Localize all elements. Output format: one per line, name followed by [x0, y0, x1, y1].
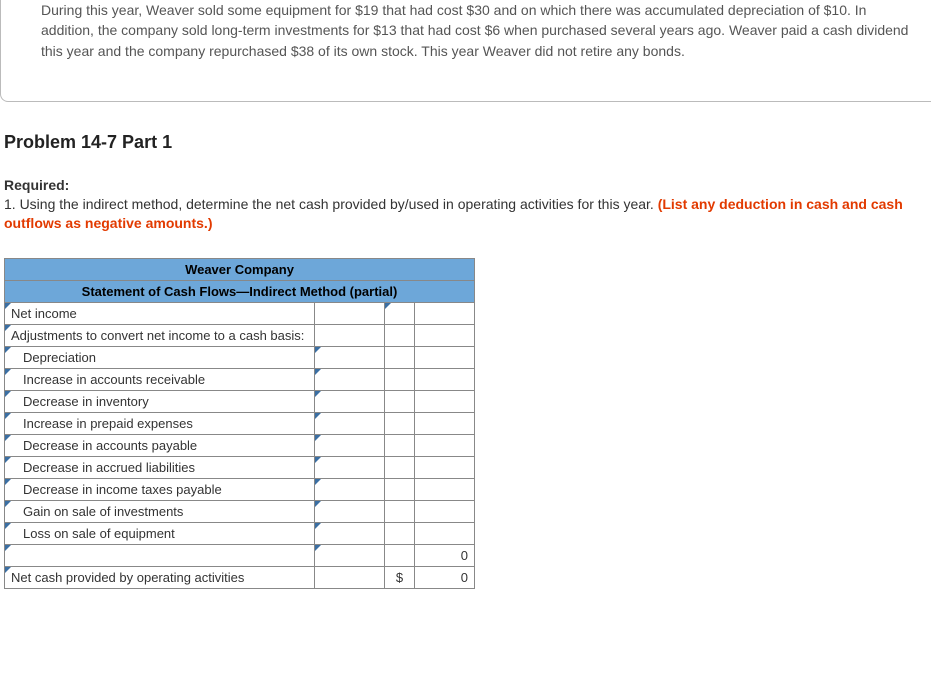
amount-cell[interactable] — [415, 303, 475, 325]
table-row: Depreciation — [5, 347, 475, 369]
input-cell[interactable] — [315, 457, 385, 479]
currency-cell[interactable] — [385, 303, 415, 325]
currency-cell[interactable] — [385, 369, 415, 391]
table-row: Loss on sale of equipment — [5, 523, 475, 545]
input-cell[interactable] — [315, 435, 385, 457]
row-label-net-income[interactable]: Net income — [5, 303, 315, 325]
currency-cell[interactable] — [385, 479, 415, 501]
amount-cell[interactable] — [415, 501, 475, 523]
input-cell[interactable] — [315, 523, 385, 545]
input-cell[interactable] — [315, 369, 385, 391]
currency-cell[interactable] — [385, 457, 415, 479]
table-title-company: Weaver Company — [5, 259, 475, 281]
row-label-depreciation[interactable]: Depreciation — [5, 347, 315, 369]
currency-cell[interactable] — [385, 347, 415, 369]
table-row: Decrease in income taxes payable — [5, 479, 475, 501]
required-text: 1. Using the indirect method, determine … — [4, 195, 927, 234]
problem-heading: Problem 14-7 Part 1 — [4, 132, 927, 153]
input-cell[interactable] — [315, 303, 385, 325]
currency-cell[interactable] — [385, 435, 415, 457]
cash-flows-table: Weaver Company Statement of Cash Flows—I… — [4, 258, 475, 589]
row-label-dec-ap[interactable]: Decrease in accounts payable — [5, 435, 315, 457]
amount-cell[interactable] — [415, 369, 475, 391]
amount-cell[interactable] — [415, 325, 475, 347]
input-cell[interactable] — [315, 325, 385, 347]
input-cell[interactable] — [315, 391, 385, 413]
row-label-dec-tax[interactable]: Decrease in income taxes payable — [5, 479, 315, 501]
amount-cell[interactable] — [415, 347, 475, 369]
row-label-dec-accrued[interactable]: Decrease in accrued liabilities — [5, 457, 315, 479]
table-row: Decrease in inventory — [5, 391, 475, 413]
currency-cell[interactable] — [385, 545, 415, 567]
amount-cell[interactable] — [415, 413, 475, 435]
required-label: Required: — [4, 177, 927, 193]
table-row: Increase in accounts receivable — [5, 369, 475, 391]
row-label-gain-inv[interactable]: Gain on sale of investments — [5, 501, 315, 523]
amount-cell[interactable] — [415, 523, 475, 545]
table-row: 0 — [5, 545, 475, 567]
input-cell[interactable] — [315, 479, 385, 501]
input-cell[interactable] — [315, 347, 385, 369]
currency-symbol: $ — [385, 567, 415, 589]
table-row: Gain on sale of investments — [5, 501, 475, 523]
intro-paragraph: During this year, Weaver sold some equip… — [0, 0, 931, 102]
table-row: Net cash provided by operating activitie… — [5, 567, 475, 589]
subtotal-amount[interactable]: 0 — [415, 545, 475, 567]
input-cell[interactable] — [315, 413, 385, 435]
amount-cell[interactable] — [415, 479, 475, 501]
row-label-blank[interactable] — [5, 545, 315, 567]
total-amount[interactable]: 0 — [415, 567, 475, 589]
row-label-net-cash[interactable]: Net cash provided by operating activitie… — [5, 567, 315, 589]
table-row: Adjustments to convert net income to a c… — [5, 325, 475, 347]
table-row: Decrease in accounts payable — [5, 435, 475, 457]
table-row: Increase in prepaid expenses — [5, 413, 475, 435]
currency-cell[interactable] — [385, 391, 415, 413]
input-cell[interactable] — [315, 567, 385, 589]
currency-cell[interactable] — [385, 325, 415, 347]
amount-cell[interactable] — [415, 435, 475, 457]
currency-cell[interactable] — [385, 523, 415, 545]
table-row: Net income — [5, 303, 475, 325]
input-cell[interactable] — [315, 545, 385, 567]
table-title-statement: Statement of Cash Flows—Indirect Method … — [5, 281, 475, 303]
row-label-inc-prepaid[interactable]: Increase in prepaid expenses — [5, 413, 315, 435]
amount-cell[interactable] — [415, 457, 475, 479]
currency-cell[interactable] — [385, 501, 415, 523]
currency-cell[interactable] — [385, 413, 415, 435]
row-label-adjustments[interactable]: Adjustments to convert net income to a c… — [5, 325, 315, 347]
intro-text: During this year, Weaver sold some equip… — [41, 2, 908, 59]
table-row: Decrease in accrued liabilities — [5, 457, 475, 479]
required-text-main: 1. Using the indirect method, determine … — [4, 196, 658, 212]
input-cell[interactable] — [315, 501, 385, 523]
amount-cell[interactable] — [415, 391, 475, 413]
row-label-loss-equip[interactable]: Loss on sale of equipment — [5, 523, 315, 545]
row-label-inc-ar[interactable]: Increase in accounts receivable — [5, 369, 315, 391]
row-label-dec-inv[interactable]: Decrease in inventory — [5, 391, 315, 413]
